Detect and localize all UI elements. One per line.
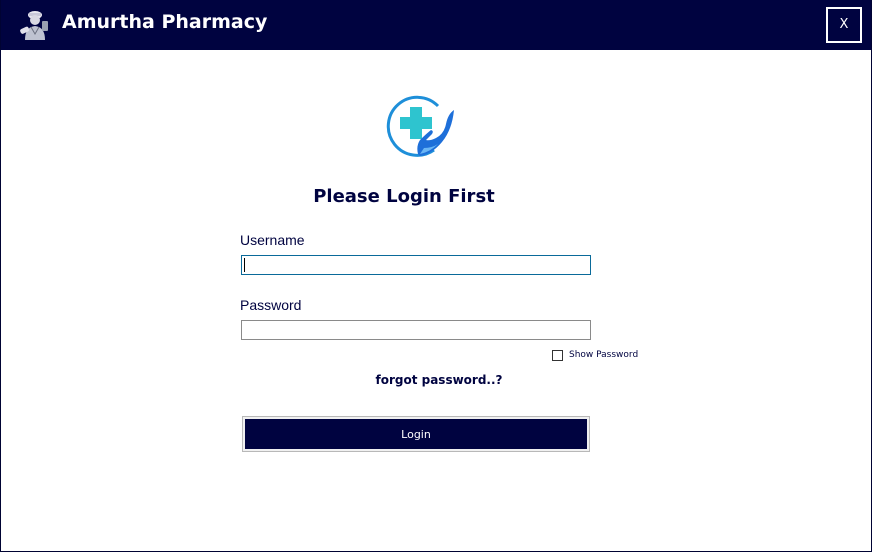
login-window: Amurtha Pharmacy X Please Login First Us…: [0, 0, 872, 552]
text-caret: [244, 258, 245, 272]
password-input[interactable]: [241, 320, 591, 340]
password-label: Password: [240, 297, 302, 313]
pharmacist-icon: [20, 11, 48, 40]
username-input[interactable]: [241, 255, 591, 275]
username-label: Username: [240, 232, 305, 248]
window-title: Amurtha Pharmacy: [62, 11, 268, 33]
close-button[interactable]: X: [826, 7, 862, 43]
show-password-label: Show Password: [569, 350, 639, 360]
show-password-checkbox[interactable]: [552, 349, 563, 361]
close-icon: X: [839, 17, 849, 32]
title-bar: Amurtha Pharmacy X: [1, 0, 871, 50]
login-button[interactable]: Login: [242, 416, 590, 452]
page-title: Please Login First: [313, 186, 495, 207]
login-button-label: Login: [245, 419, 587, 449]
medical-cross-hand-icon: [386, 95, 454, 157]
forgot-password-link[interactable]: forgot password..?: [331, 373, 547, 387]
show-password-toggle[interactable]: Show Password: [552, 348, 638, 362]
